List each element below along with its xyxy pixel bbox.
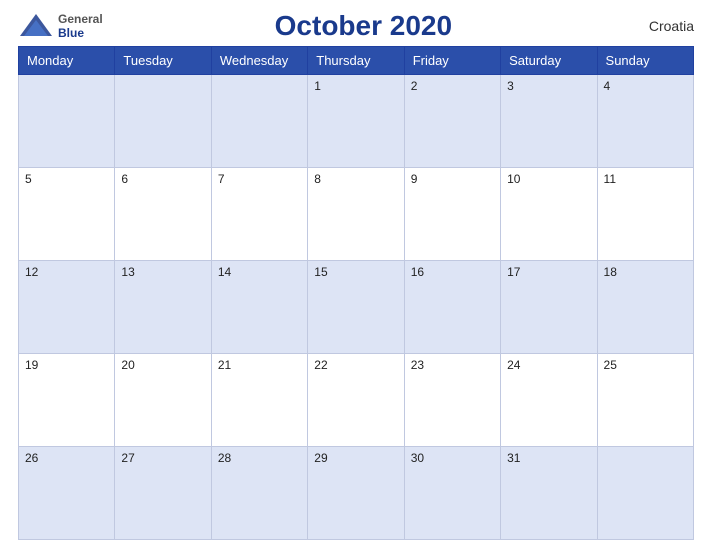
calendar-day-cell: 28	[211, 447, 307, 540]
calendar-day-cell: 7	[211, 168, 307, 261]
calendar-day-cell: 1	[308, 75, 404, 168]
day-number: 4	[604, 79, 611, 93]
day-number: 25	[604, 358, 617, 372]
top-bar: General Blue October 2020 Croatia	[18, 10, 694, 42]
weekday-header-tuesday: Tuesday	[115, 47, 211, 75]
day-number: 18	[604, 265, 617, 279]
calendar-day-cell: 19	[19, 354, 115, 447]
calendar-week-row: 5 6 7 8 9 10 11	[19, 168, 694, 261]
calendar-body: 1234567891011121314151617181920212223242…	[19, 75, 694, 540]
day-number: 27	[121, 451, 134, 465]
day-number: 3	[507, 79, 514, 93]
day-number: 22	[314, 358, 327, 372]
calendar-day-cell	[211, 75, 307, 168]
calendar-day-cell: 23	[404, 354, 500, 447]
logo-icon	[18, 12, 54, 40]
calendar-day-cell: 18	[597, 261, 693, 354]
day-number: 10	[507, 172, 520, 186]
weekday-header-thursday: Thursday	[308, 47, 404, 75]
day-number: 28	[218, 451, 231, 465]
day-number: 15	[314, 265, 327, 279]
logo: General Blue	[18, 12, 103, 41]
weekday-header-wednesday: Wednesday	[211, 47, 307, 75]
calendar-day-cell	[597, 447, 693, 540]
calendar-day-cell: 13	[115, 261, 211, 354]
calendar-table: MondayTuesdayWednesdayThursdayFridaySatu…	[18, 46, 694, 540]
day-number: 31	[507, 451, 520, 465]
calendar-day-cell: 31	[501, 447, 597, 540]
logo-general-text: General	[58, 12, 103, 26]
calendar-day-cell: 11	[597, 168, 693, 261]
day-number: 9	[411, 172, 418, 186]
calendar-day-cell: 15	[308, 261, 404, 354]
calendar-day-cell: 14	[211, 261, 307, 354]
weekday-header-saturday: Saturday	[501, 47, 597, 75]
calendar-week-row: 1 2 3 4	[19, 75, 694, 168]
calendar-day-cell: 9	[404, 168, 500, 261]
day-number: 19	[25, 358, 38, 372]
weekday-header-sunday: Sunday	[597, 47, 693, 75]
day-number: 5	[25, 172, 32, 186]
logo-text: General Blue	[58, 12, 103, 41]
calendar-week-row: 19 20 21 22 23 24 25	[19, 354, 694, 447]
day-number: 12	[25, 265, 38, 279]
day-number: 21	[218, 358, 231, 372]
calendar-day-cell: 27	[115, 447, 211, 540]
day-number: 16	[411, 265, 424, 279]
calendar-day-cell: 22	[308, 354, 404, 447]
calendar-day-cell: 30	[404, 447, 500, 540]
day-number: 11	[604, 172, 616, 186]
weekday-header-monday: Monday	[19, 47, 115, 75]
day-number: 7	[218, 172, 225, 186]
day-number: 23	[411, 358, 424, 372]
calendar-day-cell: 16	[404, 261, 500, 354]
calendar-title: October 2020	[103, 10, 624, 42]
day-number: 29	[314, 451, 327, 465]
day-number: 17	[507, 265, 520, 279]
day-number: 1	[314, 79, 321, 93]
calendar-day-cell: 20	[115, 354, 211, 447]
day-number: 24	[507, 358, 520, 372]
day-number: 14	[218, 265, 231, 279]
day-number: 2	[411, 79, 418, 93]
calendar-day-cell: 2	[404, 75, 500, 168]
weekday-header-friday: Friday	[404, 47, 500, 75]
weekday-header-row: MondayTuesdayWednesdayThursdayFridaySatu…	[19, 47, 694, 75]
calendar-day-cell: 29	[308, 447, 404, 540]
calendar-day-cell: 5	[19, 168, 115, 261]
calendar-day-cell: 17	[501, 261, 597, 354]
calendar-day-cell: 25	[597, 354, 693, 447]
calendar-header: MondayTuesdayWednesdayThursdayFridaySatu…	[19, 47, 694, 75]
calendar-day-cell: 12	[19, 261, 115, 354]
calendar-day-cell	[19, 75, 115, 168]
calendar-day-cell: 26	[19, 447, 115, 540]
day-number: 8	[314, 172, 321, 186]
day-number: 6	[121, 172, 128, 186]
day-number: 26	[25, 451, 38, 465]
calendar-week-row: 26 27 28 29 30 31	[19, 447, 694, 540]
calendar-day-cell: 10	[501, 168, 597, 261]
calendar-day-cell: 6	[115, 168, 211, 261]
day-number: 30	[411, 451, 424, 465]
country-label: Croatia	[624, 18, 694, 34]
calendar-day-cell: 21	[211, 354, 307, 447]
calendar-week-row: 12 13 14 15 16 17 18	[19, 261, 694, 354]
calendar-day-cell	[115, 75, 211, 168]
calendar-day-cell: 8	[308, 168, 404, 261]
day-number: 13	[121, 265, 134, 279]
calendar-day-cell: 4	[597, 75, 693, 168]
logo-blue-text: Blue	[58, 26, 103, 40]
calendar-day-cell: 3	[501, 75, 597, 168]
calendar-day-cell: 24	[501, 354, 597, 447]
day-number: 20	[121, 358, 134, 372]
